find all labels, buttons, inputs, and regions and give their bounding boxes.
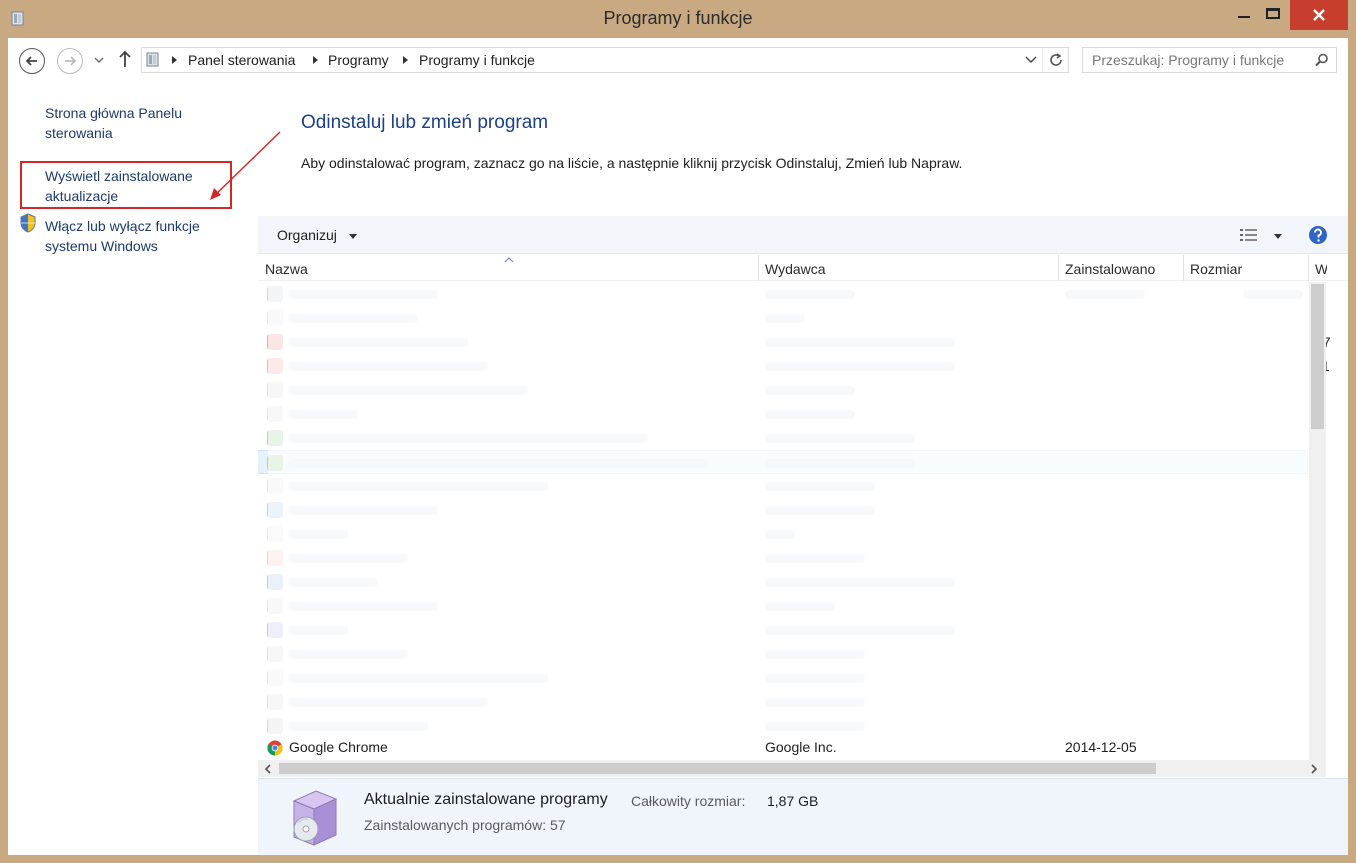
column-divider[interactable] <box>1308 255 1309 281</box>
window-title: Programy i funkcje <box>603 8 753 28</box>
forward-button[interactable] <box>57 48 83 74</box>
navigation-bar: Panel sterowania Programy Programy i fun… <box>8 38 1348 82</box>
forward-arrow-icon <box>65 56 77 66</box>
up-arrow-icon[interactable] <box>118 50 132 68</box>
installed-programs-icon <box>292 790 338 846</box>
column-header-version[interactable]: W <box>1315 261 1327 277</box>
vertical-scroll-thumb[interactable] <box>1311 284 1324 429</box>
installed-count: Zainstalowanych programów: 57 <box>364 817 566 833</box>
address-bar[interactable]: Panel sterowania Programy Programy i fun… <box>141 47 1069 73</box>
chevron-down-icon[interactable] <box>349 234 357 239</box>
address-dropdown-chevron-icon[interactable] <box>1025 56 1037 64</box>
column-divider[interactable] <box>1183 255 1184 281</box>
page-title: Odinstaluj lub zmień program <box>301 112 549 133</box>
programs-list[interactable]: Google Chrome Google Inc. 2014-12-05 <box>258 282 1308 760</box>
scroll-right-arrow-icon[interactable] <box>1310 764 1318 774</box>
column-divider[interactable] <box>1058 255 1059 281</box>
divider <box>1042 48 1043 72</box>
column-divider[interactable] <box>758 255 759 281</box>
breadcrumb-separator-icon[interactable] <box>172 56 177 64</box>
organize-menu-button[interactable]: Organizuj <box>277 227 337 243</box>
vertical-scrollbar[interactable] <box>1309 282 1326 760</box>
window-client: Panel sterowania Programy Programy i fun… <box>8 38 1348 855</box>
control-panel-icon <box>146 52 159 67</box>
column-header-publisher[interactable]: Wydawca <box>765 261 826 277</box>
shield-icon <box>20 213 36 233</box>
list-item[interactable]: Google Chrome Google Inc. 2014-12-05 <box>258 736 1308 760</box>
view-options-chevron-icon[interactable] <box>1274 234 1282 239</box>
back-button[interactable] <box>19 48 45 74</box>
program-publisher: Google Inc. <box>765 739 837 755</box>
column-header-size[interactable]: Rozmiar <box>1190 261 1242 277</box>
chrome-icon <box>267 740 283 756</box>
breadcrumb-separator-icon[interactable] <box>313 56 318 64</box>
column-header-name[interactable]: Nazwa <box>265 261 308 277</box>
list-header: Nazwa Wydawca Zainstalowano Rozmiar W <box>258 255 1348 281</box>
details-title: Aktualnie zainstalowane programy <box>364 791 608 808</box>
maximize-button[interactable] <box>1258 0 1286 30</box>
recent-locations-chevron-icon[interactable] <box>94 57 104 63</box>
scroll-left-arrow-icon[interactable] <box>264 764 272 774</box>
windows-features-link[interactable]: Włącz lub wyłącz funkcje systemu Windows <box>45 216 235 256</box>
minimize-button[interactable] <box>1230 0 1258 30</box>
command-bar: Organizuj <box>258 216 1348 254</box>
column-header-installed[interactable]: Zainstalowano <box>1065 261 1155 277</box>
program-installed-date: 2014-12-05 <box>1065 739 1137 755</box>
search-input[interactable]: Przeszukaj: Programy i funkcje <box>1082 47 1337 73</box>
close-button[interactable] <box>1290 0 1348 30</box>
search-placeholder: Przeszukaj: Programy i funkcje <box>1092 52 1285 68</box>
annotation-arrow <box>210 131 281 200</box>
refresh-icon[interactable] <box>1048 52 1064 68</box>
details-pane: Aktualnie zainstalowane programy Całkowi… <box>258 778 1348 855</box>
view-installed-updates-link[interactable]: Wyświetl zainstalowane aktualizacje <box>45 166 235 206</box>
sort-ascending-icon <box>504 257 514 263</box>
horizontal-scrollbar[interactable] <box>258 760 1326 777</box>
breadcrumb-item[interactable]: Programy i funkcje <box>419 52 535 68</box>
back-arrow-icon <box>25 56 37 66</box>
breadcrumb-item[interactable]: Programy <box>328 52 389 68</box>
total-size-label: Całkowity rozmiar: <box>631 793 746 809</box>
page-description: Aby odinstalować program, zaznacz go na … <box>301 155 963 171</box>
details-view-icon[interactable] <box>1239 227 1259 243</box>
horizontal-scroll-thumb[interactable] <box>279 763 1156 774</box>
breadcrumb-item[interactable]: Panel sterowania <box>188 52 295 68</box>
breadcrumb-separator-icon[interactable] <box>403 56 408 64</box>
obscured-region <box>268 286 1308 742</box>
total-size-value: 1,87 GB <box>767 793 819 809</box>
program-name: Google Chrome <box>289 739 388 755</box>
search-icon[interactable] <box>1315 53 1329 67</box>
control-panel-home-link[interactable]: Strona główna Panelu sterowania <box>45 103 235 143</box>
close-icon <box>1313 9 1325 21</box>
help-icon[interactable] <box>1308 225 1328 245</box>
title-bar: Programy i funkcje <box>0 0 1356 38</box>
